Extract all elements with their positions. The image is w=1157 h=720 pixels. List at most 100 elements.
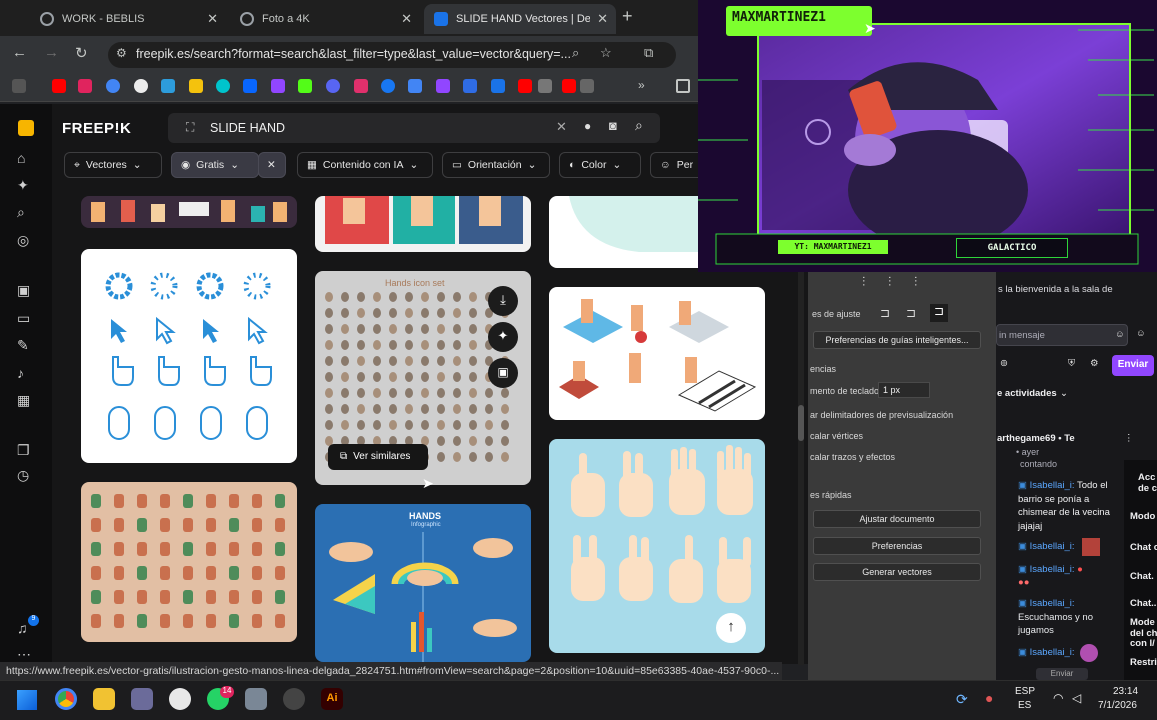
google-icon[interactable] [106, 79, 120, 93]
illustrator-icon[interactable]: Ai [321, 688, 343, 710]
youtube-icon[interactable] [52, 79, 66, 93]
vertices-option[interactable]: calar vértices [810, 431, 863, 441]
tab-slide-hand[interactable]: SLIDE HAND Vectores | Desc ✕ [424, 4, 616, 34]
language-label[interactable]: ESP [1015, 686, 1035, 697]
align-icon[interactable]: ⫶ [914, 274, 917, 290]
search-icon[interactable]: ⌕ [572, 45, 579, 61]
filter-orientacion[interactable]: ▭ Orientación ⌄ [442, 152, 550, 178]
delimitadores-option[interactable]: ar delimitadores de previsualización [810, 410, 953, 420]
microphone-icon[interactable]: ● [584, 119, 591, 133]
camera-icon[interactable]: ◙ [609, 118, 617, 133]
scrollbar-thumb[interactable] [798, 405, 804, 441]
teclado-input[interactable]: 1 px [878, 382, 930, 398]
apps-grid-icon[interactable] [12, 79, 26, 93]
chat-username[interactable]: Isabellai_i: [1030, 480, 1075, 491]
result-card-isometric-hands[interactable] [549, 287, 765, 420]
history-icon[interactable]: ◷ [17, 467, 29, 484]
emote-icon[interactable]: ☺ [1115, 329, 1125, 340]
clear-filter-gratis[interactable]: ✕ [258, 152, 286, 178]
instagram-icon[interactable] [354, 79, 368, 93]
shield-icon[interactable]: ⛨ [1068, 358, 1075, 369]
meta-icon[interactable] [243, 79, 257, 93]
filter-vectores[interactable]: ⌖ Vectores ⌄ [64, 152, 162, 178]
result-card-hands-infographic[interactable]: HANDS Infographic [315, 504, 531, 662]
bell-icon[interactable]: ♫ [17, 620, 28, 636]
result-card-light-hands[interactable]: ↑ [549, 439, 765, 653]
globe-icon[interactable]: ◎ [17, 232, 29, 249]
volume-icon[interactable]: ◁ [1072, 691, 1081, 705]
close-icon[interactable]: ✕ [597, 11, 608, 27]
filter-color[interactable]: ◐ Color ⌄ [559, 152, 641, 178]
folder-icon[interactable] [676, 79, 690, 93]
calculator-icon[interactable] [245, 688, 267, 710]
reload-icon[interactable]: ↻ [75, 44, 88, 62]
chrome-icon[interactable] [55, 688, 77, 710]
more-vertical-icon[interactable]: ⋮ [1124, 433, 1134, 444]
forward-arrow-icon[interactable]: → [44, 44, 59, 61]
windows-start-icon[interactable] [17, 690, 37, 710]
collections-icon[interactable]: ❐ [17, 442, 30, 459]
snap-icon[interactable]: ⊐ [880, 306, 890, 320]
generar-vectores-button[interactable]: Generar vectores [813, 563, 981, 581]
apps-grid-icon[interactable]: ▦ [17, 392, 30, 409]
tab-work-beblis[interactable]: WORK - BEBLIS ✕ [30, 4, 226, 34]
filter-contenido-ia[interactable]: ▦ Contenido con IA ⌄ [297, 152, 433, 178]
chat-username[interactable]: Isabellai_i: [1030, 541, 1075, 552]
language-sub[interactable]: ES [1018, 700, 1031, 711]
freepik-icon[interactable] [491, 79, 505, 93]
snap-icon[interactable]: ⊐ [930, 304, 948, 322]
bookmark-note-icon[interactable] [189, 79, 203, 93]
canva-icon[interactable] [216, 79, 230, 93]
align-icon[interactable]: ⫶ [888, 274, 891, 290]
microphone-icon[interactable]: ● [985, 690, 993, 706]
twitch-icon[interactable] [436, 79, 450, 93]
file-explorer-icon[interactable] [93, 688, 115, 710]
new-tab-plus-icon[interactable]: + [622, 6, 633, 27]
sync-icon[interactable]: ⟳ [956, 691, 968, 708]
sparkle-tool-icon[interactable]: ✦ [17, 177, 29, 194]
star-icon[interactable]: ☆ [600, 45, 612, 61]
obs-icon[interactable] [169, 688, 191, 710]
youtube-icon[interactable] [518, 79, 532, 93]
result-card-cursor-icons[interactable] [81, 249, 297, 463]
clock-date[interactable]: 7/1/2026 [1098, 700, 1137, 711]
result-card-hands-icon-set[interactable]: Hands icon set ⤓ ✦ ▣ ⧉ Ver similares [315, 271, 531, 485]
audio-icon[interactable]: ♪ [17, 365, 24, 381]
extensions-icon[interactable]: ⧉ [644, 45, 653, 61]
more-bookmarks-icon[interactable]: » [638, 78, 645, 92]
enviar-button[interactable]: Enviar [1036, 668, 1088, 680]
discord-icon[interactable] [326, 79, 340, 93]
snap-icon[interactable]: ⊐ [906, 306, 916, 320]
video-icon[interactable]: ▭ [17, 310, 30, 327]
clear-icon[interactable]: ✕ [556, 119, 567, 135]
more-icon[interactable]: ⋯ [17, 646, 31, 663]
actividades-header[interactable]: e actividades [997, 388, 1057, 399]
download-icon[interactable]: ⤓ [488, 286, 518, 316]
back-arrow-icon[interactable]: ← [12, 44, 27, 61]
result-card-thumbs[interactable] [315, 196, 531, 252]
site-info-icon[interactable]: ⚙ [116, 46, 127, 60]
clock-time[interactable]: 23:14 [1113, 686, 1138, 697]
emoji-icon[interactable]: ☺ [1136, 328, 1146, 339]
bookmark-icon[interactable] [580, 79, 594, 93]
close-icon[interactable]: ✕ [207, 11, 218, 27]
twitch-icon[interactable] [271, 79, 285, 93]
address-bar[interactable]: freepik.es/search?format=search&last_fil… [108, 42, 676, 68]
image-gen-icon[interactable]: ▣ [17, 282, 30, 299]
ver-similares-button[interactable]: ⧉ Ver similares [328, 444, 428, 470]
search-icon[interactable]: ⌕ [635, 117, 643, 134]
filter-gratis[interactable]: ◉ Gratis ⌄ [171, 152, 259, 178]
scroll-top-arrow-icon[interactable]: ↑ [716, 613, 746, 643]
freepik-brand-icon[interactable] [18, 120, 34, 136]
gear-icon[interactable]: ⚙ [1090, 358, 1099, 369]
filter-personas[interactable]: ☺ Per [650, 152, 700, 178]
preferencias-button[interactable]: Preferencias [813, 537, 981, 555]
app-icon[interactable] [283, 688, 305, 710]
bookmark-icon[interactable] [538, 79, 552, 93]
edit-icon[interactable]: ✎ [17, 337, 29, 354]
chat-username[interactable]: Isabellai_i: [1030, 647, 1075, 658]
facebook-icon[interactable] [381, 79, 395, 93]
send-button[interactable]: Enviar [1112, 355, 1154, 376]
youtube-icon[interactable] [562, 79, 576, 93]
search-icon[interactable]: ⌕ [17, 204, 25, 221]
